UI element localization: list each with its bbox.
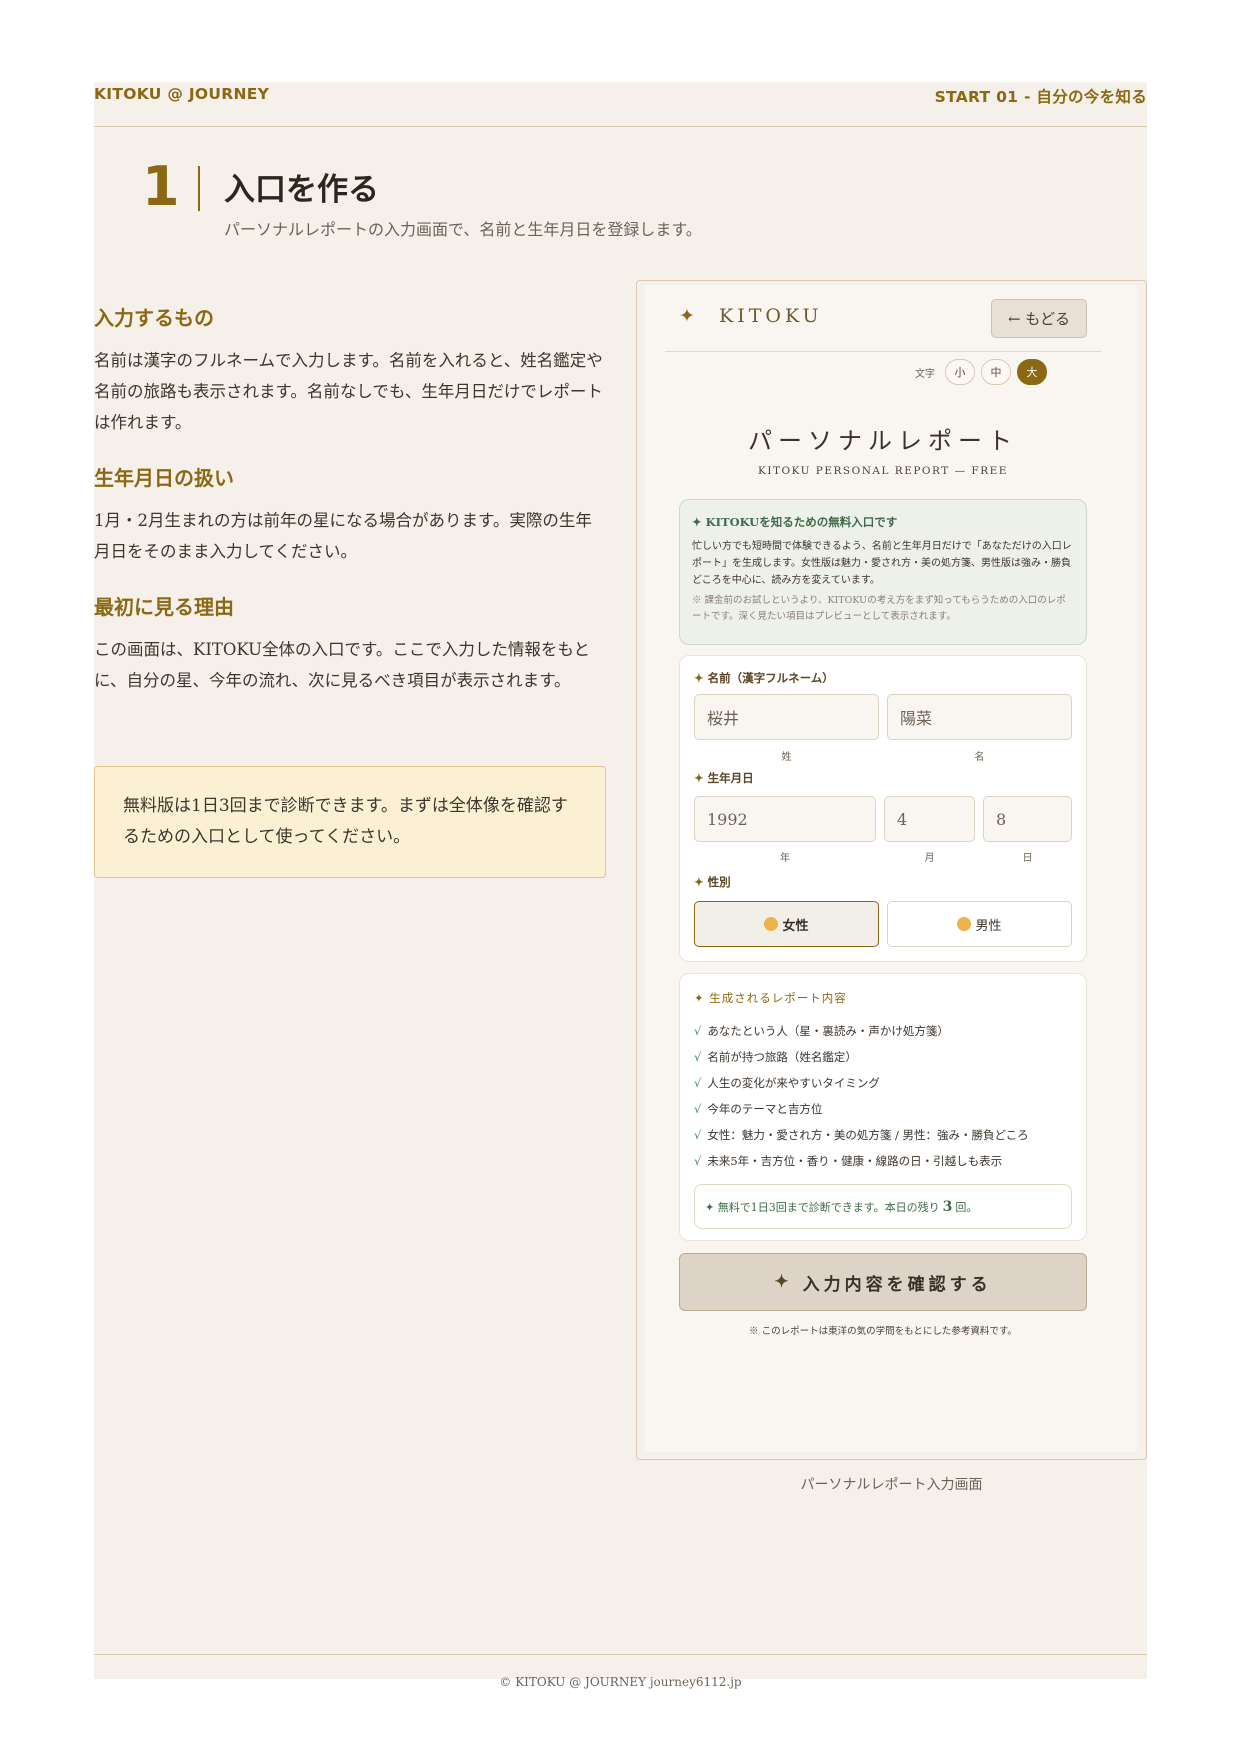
back-button[interactable]: ← もどる (991, 299, 1087, 338)
list-item: √ 人生の変化が来やすいタイミング (694, 1070, 1029, 1096)
disclaimer: ※ このレポートは東洋の気の学問をもとにした参考資料です。 (749, 1326, 1017, 1337)
list-item: √ あなたという人（星・裏読み・声かけ処方箋） (694, 1018, 1029, 1044)
list-item-text: あなたという人（星・裏読み・声かけ処方箋） (707, 1024, 949, 1038)
name-label-text: 名前（漢字フルネーム） (707, 671, 834, 685)
input-form-card: ✦ 名前（漢字フルネーム） 桜井 陽菜 姓 名 ✦ 生年月日 1992 4 8 … (679, 655, 1087, 962)
list-item: √ 女性：魅力・愛され方・美の処方箋 / 男性：強み・勝負どころ (694, 1122, 1029, 1148)
font-size-label: 文字 (915, 368, 935, 380)
step-number: 1 (142, 155, 180, 218)
birth-field-label: ✦ 生年月日 (694, 770, 754, 786)
app-divider (665, 351, 1101, 352)
intro-note: ※ 課金前のお試しというより、KITOKUの考え方をまず知ってもらうための入口の… (692, 595, 1066, 622)
gender-male-button[interactable]: 男性 (887, 901, 1072, 947)
logo-text: KITOKU (719, 305, 823, 327)
gender-field-label: ✦ 性別 (694, 874, 731, 890)
check-icon: √ (694, 1076, 702, 1090)
document-page: KITOKU @ JOURNEY START 01 - 自分の今を知る 1 入口… (94, 82, 1147, 1689)
birth-day-input[interactable]: 8 (983, 796, 1072, 842)
check-icon: √ (694, 1024, 702, 1038)
explanation-column: 入力するもの 名前は漢字のフルネームで入力します。名前を入れると、姓名鑑定や名前… (94, 302, 606, 720)
birth-month-input[interactable]: 4 (884, 796, 975, 842)
sparkle-icon: ✦ (774, 1272, 793, 1292)
confirm-label: 入力内容を確認する (802, 1274, 992, 1295)
list-item: √ 名前が持つ旅路（姓名鑑定） (694, 1044, 1029, 1070)
list-item-text: 人生の変化が来やすいタイミング (707, 1076, 880, 1090)
gender-female-button[interactable]: 女性 (694, 901, 879, 947)
contents-heading: ✦ 生成されるレポート内容 (694, 991, 847, 1005)
birth-year-input[interactable]: 1992 (694, 796, 876, 842)
check-icon: √ (694, 1154, 702, 1168)
given-name-hint: 名 (974, 752, 985, 763)
birth-year-hint: 年 (780, 853, 790, 864)
section-body: 1月・2月生まれの方は前年の星になる場合があります。実際の生年月日をそのまま入力… (94, 511, 592, 561)
section-heading: 最初に見る理由 (94, 595, 234, 619)
list-item-text: 女性：魅力・愛され方・美の処方箋 / 男性：強み・勝負どころ (707, 1128, 1029, 1142)
font-size-small-button[interactable]: 小 (945, 359, 975, 385)
page-footer: © KITOKU @ JOURNEY journey6112.jp (499, 1675, 742, 1689)
confirm-button[interactable]: ✦ 入力内容を確認する (679, 1253, 1087, 1311)
contents-list: √ あなたという人（星・裏読み・声かけ処方箋） √ 名前が持つ旅路（姓名鑑定） √ 人… (694, 1018, 1029, 1174)
section-heading: 入力するもの (94, 306, 214, 330)
section-heading: 生年月日の扱い (94, 466, 234, 490)
list-item: √ 今年のテーマと吉方位 (694, 1096, 1029, 1122)
list-item-text: 未来5年・吉方位・香り・健康・線路の日・引越しも表示 (707, 1154, 1003, 1168)
note-box: 無料版は1日3回まで診断できます。まずは全体像を確認するための入口として使ってく… (94, 766, 606, 878)
section-body: この画面は、KITOKU全体の入口です。ここで入力した情報をもとに、自分の星、今… (94, 640, 591, 690)
intro-body: 忙しい方でも短時間で体験できるよう、名前と生年月日だけで「あなただけの入口レポー… (692, 541, 1072, 586)
step-subtitle: パーソナルレポートの入力画面で、名前と生年月日を登録します。 (224, 220, 702, 239)
check-icon: √ (694, 1128, 702, 1142)
surname-input[interactable]: 桜井 (694, 694, 879, 740)
step-divider (198, 166, 200, 211)
free-usage-suffix: 回。 (955, 1200, 978, 1214)
app-logo: ✦ KITOKU (679, 305, 823, 327)
free-usage-box: ✦ 無料で1日3回まで診断できます。本日の残り 3 回。 (694, 1184, 1072, 1229)
font-size-medium-button[interactable]: 中 (981, 359, 1011, 385)
gender-label-text: 性別 (707, 875, 731, 889)
app-screen: ✦ KITOKU ← もどる 文字 小 中 大 パーソナルレポート KITOKU… (645, 285, 1137, 1452)
man-icon (957, 917, 972, 931)
male-label: 男性 (975, 918, 1002, 934)
section-label: START 01 - 自分の今を知る (934, 88, 1147, 106)
report-subtitle: KITOKU PERSONAL REPORT — FREE (758, 465, 1008, 477)
woman-icon (764, 917, 779, 931)
font-size-switcher: 文字 小 中 大 (915, 359, 1047, 385)
section-body: 名前は漢字のフルネームで入力します。名前を入れると、姓名鑑定や名前の旅路も表示さ… (94, 351, 603, 432)
birth-day-hint: 日 (1022, 853, 1033, 864)
intro-heading: ✦ KITOKUを知るための無料入口です (692, 515, 898, 529)
intro-box: ✦ KITOKUを知るための無料入口です 忙しい方でも短時間で体験できるよう、名… (679, 499, 1087, 645)
free-usage-text: ✦ 無料で1日3回まで診断できます。本日の残り (705, 1200, 940, 1214)
sparkle-icon: ✦ (694, 671, 704, 685)
step-title: 入口を作る (224, 172, 379, 208)
list-item-text: 名前が持つ旅路（姓名鑑定） (707, 1050, 857, 1064)
given-name-input[interactable]: 陽菜 (887, 694, 1072, 740)
font-size-large-button[interactable]: 大 (1017, 359, 1047, 385)
birth-month-hint: 月 (924, 853, 935, 864)
page-header: KITOKU @ JOURNEY START 01 - 自分の今を知る (94, 82, 1147, 127)
surname-hint: 姓 (781, 752, 792, 763)
brand-label: KITOKU @ JOURNEY (94, 85, 270, 103)
report-contents-card: ✦ 生成されるレポート内容 √ あなたという人（星・裏読み・声かけ処方箋） √ 名前… (679, 973, 1087, 1241)
remaining-count: 3 (942, 1198, 953, 1215)
footer-divider (94, 1654, 1147, 1655)
screenshot-frame: ✦ KITOKU ← もどる 文字 小 中 大 パーソナルレポート KITOKU… (636, 280, 1147, 1460)
check-icon: √ (694, 1050, 702, 1064)
sparkle-icon: ✦ (694, 875, 704, 889)
figure-caption: パーソナルレポート入力画面 (800, 1477, 983, 1493)
name-field-label: ✦ 名前（漢字フルネーム） (694, 670, 834, 686)
report-title: パーソナルレポート (748, 427, 1018, 455)
list-item: √ 未来5年・吉方位・香り・健康・線路の日・引越しも表示 (694, 1148, 1029, 1174)
sparkle-icon: ✦ (694, 771, 704, 785)
sparkle-icon: ✦ (679, 305, 699, 327)
female-label: 女性 (782, 918, 809, 934)
check-icon: √ (694, 1102, 702, 1116)
birth-label-text: 生年月日 (707, 771, 754, 785)
list-item-text: 今年のテーマと吉方位 (707, 1102, 823, 1116)
